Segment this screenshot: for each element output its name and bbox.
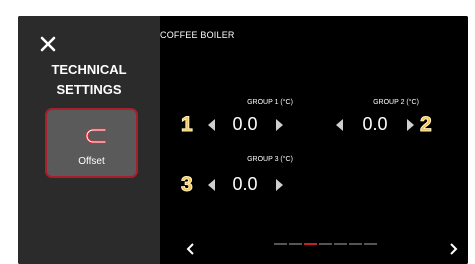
group-2-label: GROUP 2 (°C) [373, 99, 419, 106]
page-dot[interactable] [274, 243, 287, 245]
page-title: TECHNICAL SETTINGS [18, 60, 160, 100]
group-3-badge: 3 [181, 173, 194, 196]
page-dot[interactable] [334, 243, 347, 245]
group-1-decrease-arrow[interactable] [208, 119, 215, 131]
group-3-decrease-arrow[interactable] [208, 179, 215, 191]
screenshot-frame: TECHNICAL SETTINGS Offset COFFEE BOILER … [0, 0, 475, 264]
main-panel: COFFEE BOILER GROUP 1 (°C) 1 0.0 GROUP 2… [160, 16, 468, 264]
page-dot[interactable] [289, 243, 302, 245]
page-dot[interactable] [364, 243, 377, 245]
previous-page-button[interactable] [186, 242, 196, 256]
group-3-value: 0.0 [232, 174, 258, 194]
chevron-left-icon [186, 243, 194, 255]
offset-label: Offset [78, 156, 105, 167]
close-icon[interactable] [39, 35, 57, 53]
chevron-right-icon [450, 243, 458, 255]
group-2-decrease-arrow[interactable] [336, 119, 343, 131]
page-title-line2: SETTINGS [56, 82, 122, 97]
device-screen: TECHNICAL SETTINGS Offset COFFEE BOILER … [18, 16, 468, 264]
page-dot[interactable] [349, 243, 362, 245]
page-indicator [274, 243, 384, 246]
group-1-increase-arrow[interactable] [276, 119, 283, 131]
page-dot[interactable] [319, 243, 332, 245]
next-page-button[interactable] [448, 242, 458, 256]
offset-icon [83, 127, 107, 145]
section-title: COFFEE BOILER [160, 30, 235, 40]
group-1-badge: 1 [181, 113, 194, 136]
group-2-increase-arrow[interactable] [407, 119, 414, 131]
page-title-line1: TECHNICAL [51, 62, 127, 77]
group-2-badge: 2 [420, 113, 433, 136]
group-1-label: GROUP 1 (°C) [247, 99, 293, 106]
group-3-label: GROUP 3 (°C) [247, 156, 293, 163]
offset-button[interactable]: Offset [45, 108, 138, 178]
group-2-value: 0.0 [362, 114, 388, 134]
page-dot-active[interactable] [304, 243, 317, 245]
group-1-value: 0.0 [232, 114, 258, 134]
sidebar: TECHNICAL SETTINGS Offset [18, 16, 160, 264]
group-3-increase-arrow[interactable] [276, 179, 283, 191]
